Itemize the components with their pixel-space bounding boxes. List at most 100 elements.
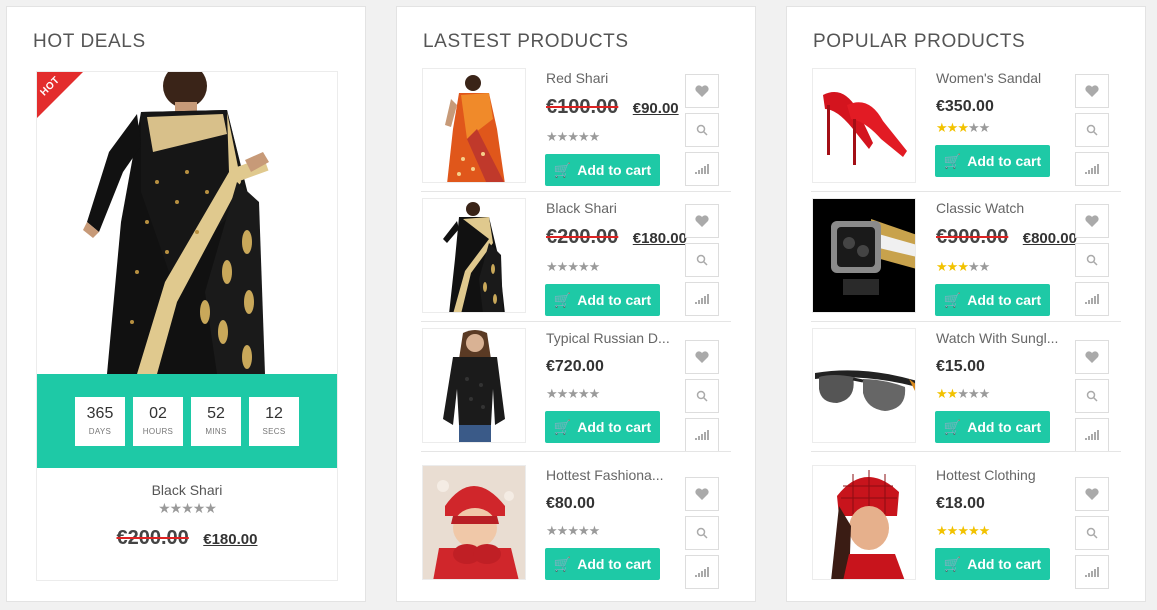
quick-view-button[interactable] xyxy=(1075,113,1109,147)
product-name[interactable]: Typical Russian D... xyxy=(546,330,678,346)
wishlist-button[interactable] xyxy=(685,340,719,374)
signal-bars-icon xyxy=(695,567,709,577)
hot-deal-old-price: €200.00 xyxy=(116,527,189,549)
compare-button[interactable] xyxy=(685,555,719,589)
countdown-hours: 02 HOURS xyxy=(133,397,183,446)
product-name[interactable]: Black Shari xyxy=(546,200,678,216)
star-icon: ★ xyxy=(577,523,590,538)
star-icon: ★ xyxy=(936,259,948,274)
compare-button[interactable] xyxy=(1075,282,1109,316)
wishlist-button[interactable] xyxy=(685,74,719,108)
star-icon: ★ xyxy=(546,523,558,538)
add-to-cart-button[interactable]: 🛒 Add to cart xyxy=(935,411,1050,443)
wishlist-button[interactable] xyxy=(685,477,719,511)
product-image-red-headscarf[interactable] xyxy=(812,465,916,580)
add-to-cart-button[interactable]: 🛒 Add to cart xyxy=(935,145,1050,177)
star-icon: ★ xyxy=(978,386,991,401)
star-icon: ★ xyxy=(546,386,558,401)
add-to-cart-button[interactable]: 🛒 Add to cart xyxy=(545,548,660,580)
compare-button[interactable] xyxy=(685,282,719,316)
hot-deal-image[interactable]: HOT xyxy=(37,72,337,374)
product-price: €90.00 xyxy=(632,100,679,117)
quick-view-button[interactable] xyxy=(1075,379,1109,413)
star-icon: ★ xyxy=(556,523,569,538)
star-icon: ★ xyxy=(169,500,183,516)
product-rating: ★★★★★ xyxy=(936,523,990,539)
product-name[interactable]: Red Shari xyxy=(546,70,678,86)
hot-deal-card[interactable]: HOT 365 DAYS 02 HOURS 52 MINS 12 SECS Bl… xyxy=(36,71,338,581)
star-icon: ★ xyxy=(577,259,590,274)
quick-view-button[interactable] xyxy=(685,379,719,413)
star-icon: ★ xyxy=(588,259,601,274)
add-to-cart-button[interactable]: 🛒 Add to cart xyxy=(935,284,1050,316)
product-rating: ★★★★★ xyxy=(936,259,990,275)
star-icon: ★ xyxy=(204,500,217,516)
add-to-cart-label: Add to cart xyxy=(967,419,1042,435)
star-icon: ★ xyxy=(946,259,959,274)
divider xyxy=(811,451,1121,452)
quick-view-button[interactable] xyxy=(685,113,719,147)
star-icon: ★ xyxy=(957,120,969,135)
product-price: €180.00 xyxy=(632,230,687,247)
compare-button[interactable] xyxy=(685,418,719,452)
compare-button[interactable] xyxy=(1075,555,1109,589)
star-icon: ★ xyxy=(556,259,569,274)
quick-view-button[interactable] xyxy=(1075,243,1109,277)
hot-deal-product-name[interactable]: Black Shari xyxy=(37,482,337,498)
product-name[interactable]: Hottest Fashiona... xyxy=(546,467,678,483)
product-image-red-winter-hat[interactable] xyxy=(422,465,526,580)
product-image-black-saree[interactable] xyxy=(422,198,526,313)
star-icon: ★ xyxy=(588,523,601,538)
product-image-watch[interactable] xyxy=(812,198,916,313)
countdown-days-value: 365 xyxy=(86,405,114,422)
product-prices: €100.00 €90.00 xyxy=(546,96,679,119)
signal-bars-icon xyxy=(1085,567,1099,577)
add-to-cart-label: Add to cart xyxy=(577,162,652,178)
product-rating: ★★★★★ xyxy=(546,523,601,539)
star-icon: ★ xyxy=(946,523,959,538)
star-icon: ★ xyxy=(957,523,969,538)
product-image-sunglasses[interactable] xyxy=(812,328,916,443)
product-image-red-heels[interactable] xyxy=(812,68,916,183)
heart-icon xyxy=(1085,215,1099,227)
wishlist-button[interactable] xyxy=(1075,340,1109,374)
star-icon: ★ xyxy=(978,120,991,135)
add-to-cart-button[interactable]: 🛒 Add to cart xyxy=(545,154,660,186)
star-icon: ★ xyxy=(936,523,948,538)
quick-view-button[interactable] xyxy=(1075,516,1109,550)
star-icon: ★ xyxy=(588,386,601,401)
wishlist-button[interactable] xyxy=(1075,74,1109,108)
product-image-red-saree[interactable] xyxy=(422,68,526,183)
wishlist-button[interactable] xyxy=(1075,477,1109,511)
product-name[interactable]: Women's Sandal xyxy=(936,70,1068,86)
search-icon xyxy=(696,390,708,402)
compare-button[interactable] xyxy=(1075,418,1109,452)
product-name[interactable]: Hottest Clothing xyxy=(936,467,1068,483)
quick-view-button[interactable] xyxy=(685,243,719,277)
product-image-black-blouse[interactable] xyxy=(422,328,526,443)
heart-icon xyxy=(695,85,709,97)
heart-icon xyxy=(1085,351,1099,363)
add-to-cart-button[interactable]: 🛒 Add to cart xyxy=(935,548,1050,580)
star-icon: ★ xyxy=(546,129,558,144)
product-rating: ★★★★★ xyxy=(936,386,991,402)
product-price: €80.00 xyxy=(546,495,595,512)
cart-icon: 🛒 xyxy=(553,161,572,178)
add-to-cart-button[interactable]: 🛒 Add to cart xyxy=(545,411,660,443)
signal-bars-icon xyxy=(695,164,709,174)
compare-button[interactable] xyxy=(685,152,719,186)
compare-button[interactable] xyxy=(1075,152,1109,186)
product-row: Black Shari €200.00 €180.00 ★★★★★ 🛒 Add t… xyxy=(421,198,731,318)
product-name[interactable]: Watch With Sungl... xyxy=(936,330,1068,346)
countdown-secs-value: 12 xyxy=(265,405,283,422)
wishlist-button[interactable] xyxy=(685,204,719,238)
countdown-mins-label: MINS xyxy=(205,427,227,436)
add-to-cart-button[interactable]: 🛒 Add to cart xyxy=(545,284,660,316)
product-price: €15.00 xyxy=(936,358,985,375)
star-icon: ★ xyxy=(967,386,980,401)
countdown-hours-label: HOURS xyxy=(142,427,174,436)
cart-icon: 🛒 xyxy=(943,418,962,435)
wishlist-button[interactable] xyxy=(1075,204,1109,238)
quick-view-button[interactable] xyxy=(685,516,719,550)
product-name[interactable]: Classic Watch xyxy=(936,200,1068,216)
